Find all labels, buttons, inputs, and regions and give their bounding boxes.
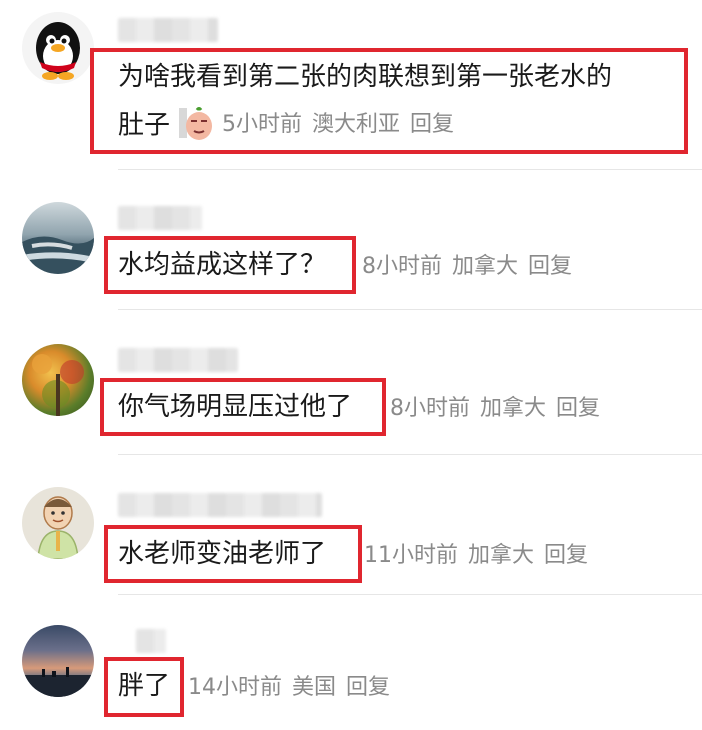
comment-item: 水老师变油老师了 11小时前 加拿大 回复	[0, 455, 702, 595]
comment-location: 加拿大	[468, 543, 535, 568]
penguin-avatar-icon	[36, 22, 80, 80]
comment-text: 肚子	[118, 110, 171, 141]
comment-text: 为啥我看到第二张的肉联想到第一张老水的	[118, 62, 613, 92]
comment-text: 胖了	[118, 671, 171, 701]
username-blurred[interactable]	[136, 629, 166, 653]
sunset-avatar-icon	[22, 667, 94, 697]
comment-location: 加拿大	[452, 254, 519, 279]
username-blurred[interactable]	[118, 206, 202, 230]
comment-text-line2: 肚子	[118, 106, 214, 144]
comment-item: 胖了 14小时前 美国 回复	[0, 595, 702, 730]
autumn-tree-avatar-icon	[32, 354, 84, 416]
comment-text: 你气场明显压过他了	[118, 392, 353, 422]
comment-time: 11小时前	[364, 543, 458, 568]
comment-text: 水老师变油老师了	[118, 539, 327, 569]
drawing-avatar-icon	[37, 496, 79, 559]
comment-location: 美国	[292, 675, 337, 700]
waterfall-avatar-icon	[22, 236, 94, 274]
comment-meta: 14小时前 美国 回复	[188, 675, 400, 701]
face-emoji-icon	[178, 106, 214, 142]
reply-button[interactable]: 回复	[346, 675, 390, 700]
comment-meta: 5小时前 澳大利亚 回复	[222, 112, 464, 138]
comment-meta: 8小时前 加拿大 回复	[362, 254, 582, 280]
comment-time: 5小时前	[222, 112, 302, 137]
username-blurred[interactable]	[118, 18, 218, 42]
comment-time: 8小时前	[390, 396, 470, 421]
reply-button[interactable]: 回复	[556, 396, 600, 421]
comment-location: 澳大利亚	[312, 112, 401, 137]
avatar[interactable]	[22, 202, 94, 274]
comment-location: 加拿大	[480, 396, 547, 421]
comment-time: 14小时前	[188, 675, 282, 700]
reply-button[interactable]: 回复	[410, 112, 454, 137]
comment-meta: 11小时前 加拿大 回复	[364, 543, 598, 569]
reply-button[interactable]: 回复	[544, 543, 588, 568]
comment-meta: 8小时前 加拿大 回复	[390, 396, 610, 422]
comment-text: 水均益成这样了？	[118, 250, 327, 280]
avatar[interactable]	[22, 487, 94, 559]
reply-button[interactable]: 回复	[528, 254, 572, 279]
comment-item: 你气场明显压过他了 8小时前 加拿大 回复	[0, 310, 702, 455]
avatar[interactable]	[22, 625, 94, 697]
avatar[interactable]	[22, 12, 94, 84]
comment-item: 为啥我看到第二张的肉联想到第一张老水的 肚子 5小时前 澳大利亚 回复	[0, 0, 702, 170]
avatar[interactable]	[22, 344, 94, 416]
username-blurred[interactable]	[118, 493, 322, 517]
username-blurred[interactable]	[118, 348, 238, 372]
comment-item: 水均益成这样了？ 8小时前 加拿大 回复	[0, 170, 702, 310]
comment-time: 8小时前	[362, 254, 442, 279]
